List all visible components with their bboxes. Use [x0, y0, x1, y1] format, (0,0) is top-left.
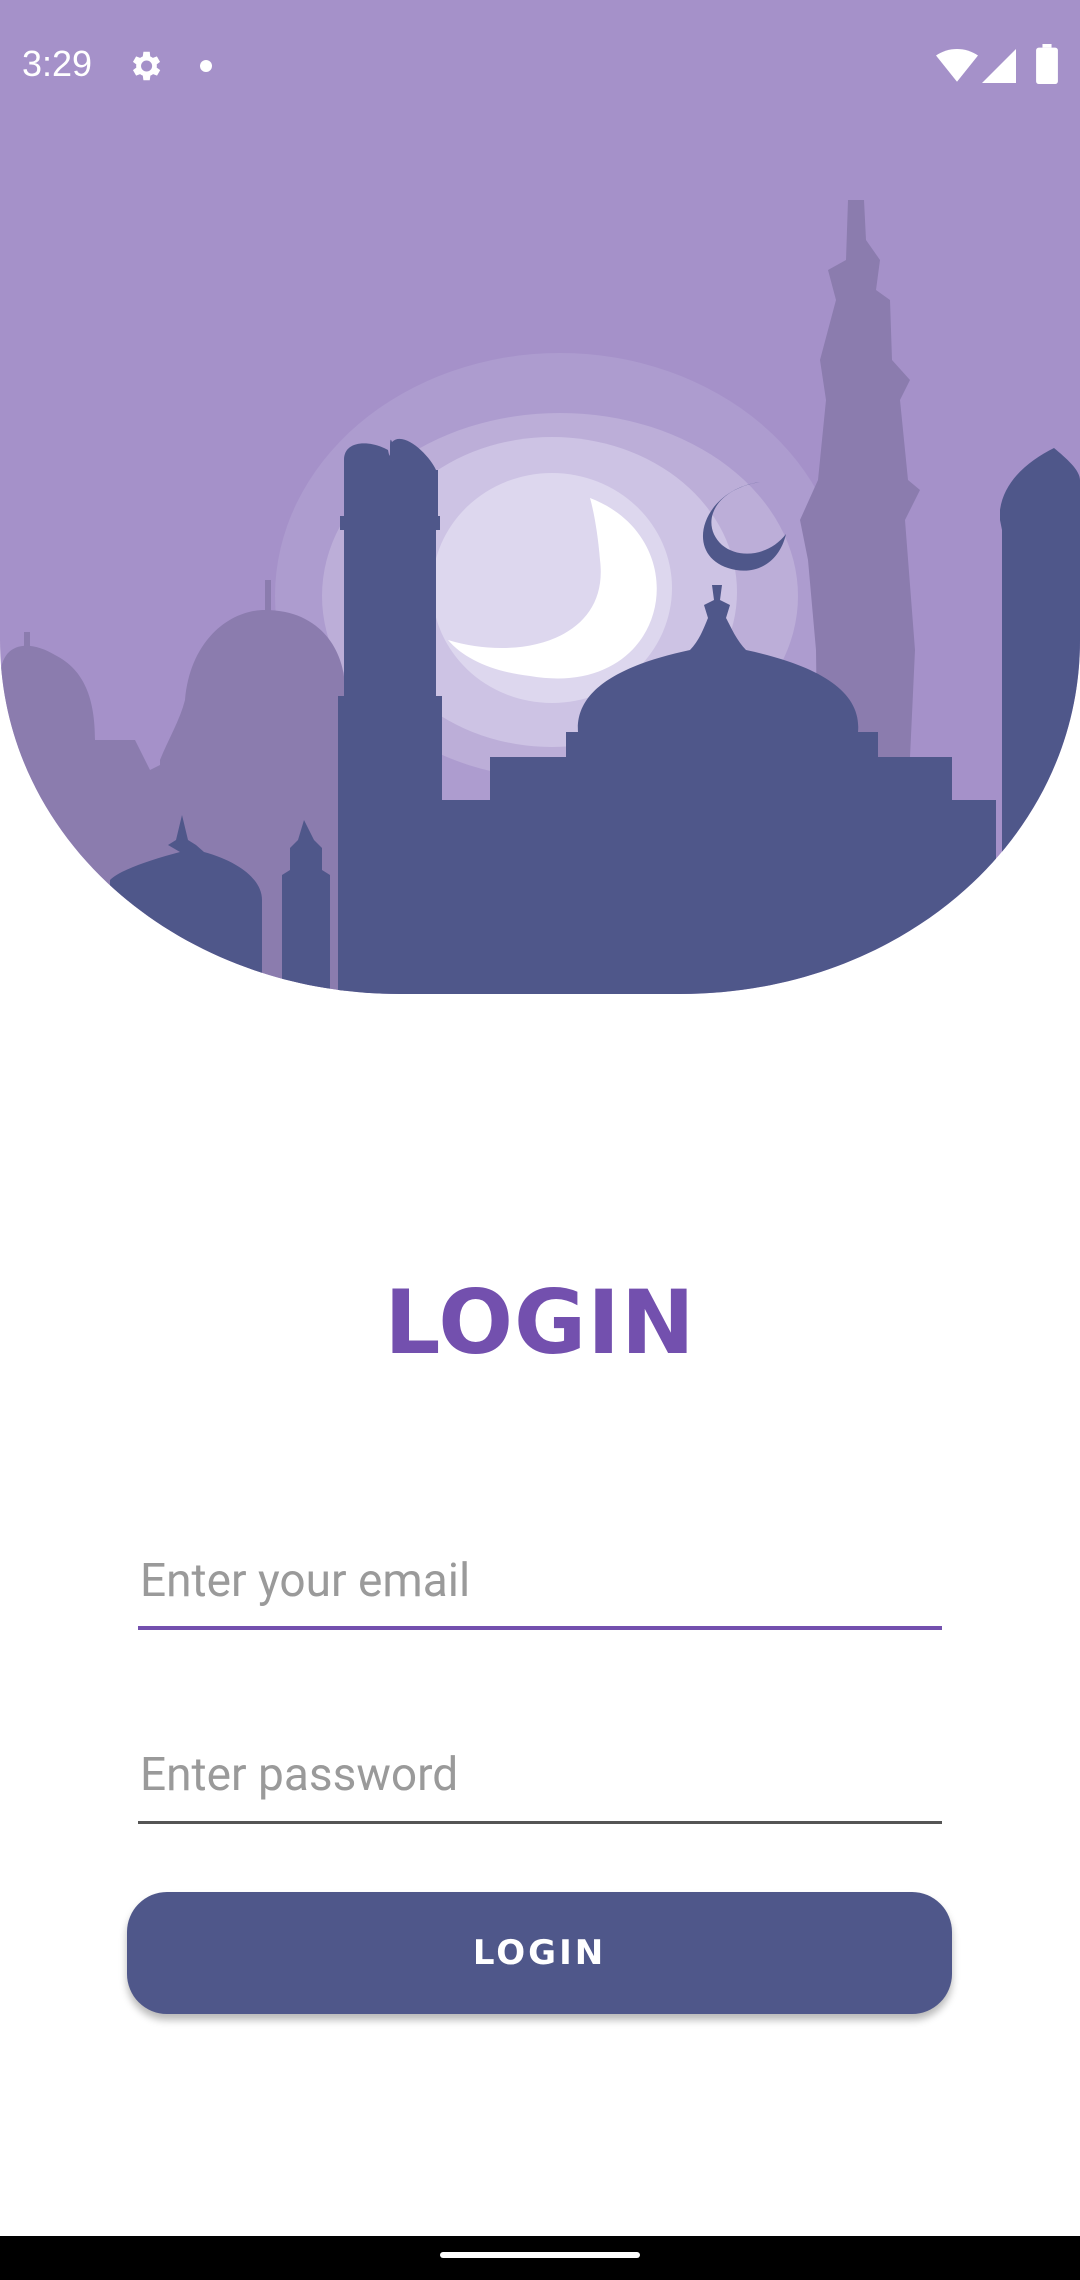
notification-dot-icon — [200, 60, 212, 72]
status-bar: 3:29 — [0, 0, 1080, 132]
email-field[interactable] — [138, 1536, 942, 1626]
login-screen: 3:29 LOGIN LOGIN — [0, 0, 1080, 2280]
status-time: 3:29 — [22, 43, 93, 84]
navigation-bar — [0, 2236, 1080, 2280]
mosque-header-illustration — [0, 0, 1080, 994]
password-field-underline — [138, 1821, 942, 1824]
signal-icon — [982, 49, 1016, 83]
login-button[interactable]: LOGIN — [127, 1892, 952, 2014]
email-field-container — [138, 1536, 942, 1630]
home-gesture-handle[interactable] — [440, 2252, 640, 2258]
password-field[interactable] — [138, 1730, 942, 1820]
password-field-container — [138, 1730, 942, 1824]
page-title: LOGIN — [384, 1271, 696, 1374]
wifi-icon — [936, 48, 978, 82]
email-field-underline — [138, 1626, 942, 1630]
battery-icon — [1036, 44, 1058, 84]
gear-icon — [132, 51, 161, 81]
